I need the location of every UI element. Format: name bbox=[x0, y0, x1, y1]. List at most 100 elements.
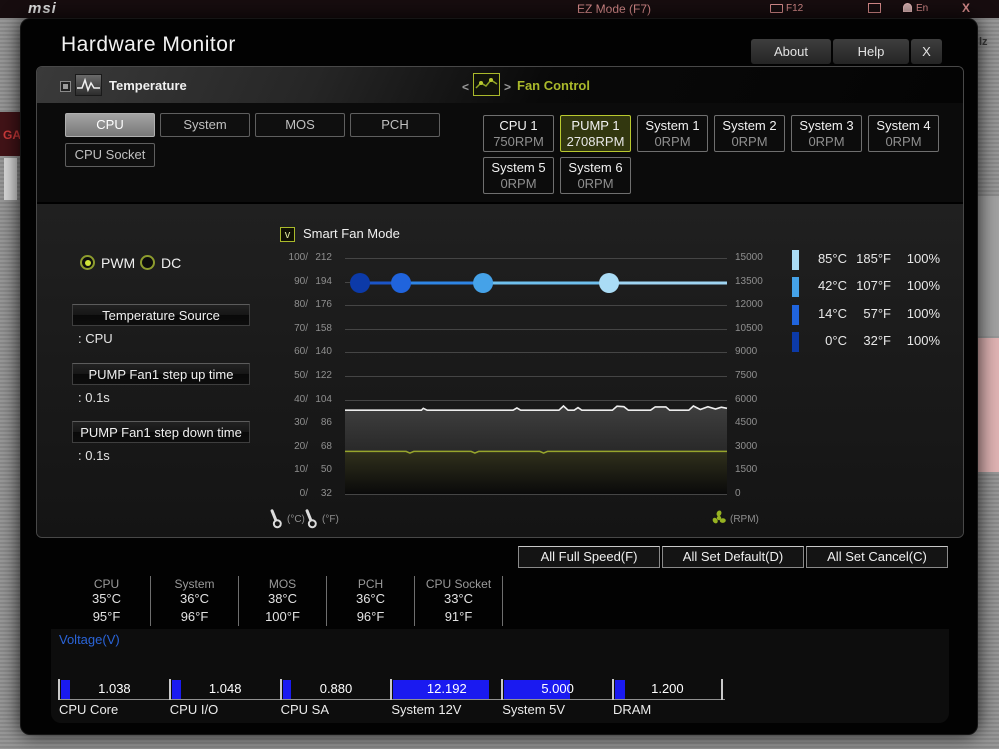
legend-temp-c: 14°C bbox=[817, 306, 847, 321]
msi-logo: msi bbox=[28, 0, 57, 17]
rpm-axis-tick: 13500 bbox=[735, 275, 763, 287]
gauge-system-5v: 5.000 bbox=[501, 679, 612, 700]
voltage-rail-labels: CPU Core CPU I/O CPU SA System 12V Syste… bbox=[59, 702, 652, 717]
all-full-speed-button[interactable]: All Full Speed(F) bbox=[518, 546, 660, 568]
panel-header: Temperature < > Fan Control bbox=[37, 67, 963, 103]
legend-temp-f: 57°F bbox=[863, 306, 891, 321]
screenshot-f12-label: F12 bbox=[770, 3, 803, 14]
sensor-cpu-socket: CPU Socket 33°C 91°F bbox=[415, 576, 503, 626]
fan-button-system1[interactable]: System 1 0RPM bbox=[637, 115, 708, 152]
temp-axis-tick: 20/68 bbox=[294, 440, 332, 452]
step-down-time-value: : 0.1s bbox=[78, 448, 110, 463]
rpm-axis-tick: 6000 bbox=[735, 393, 758, 405]
background-pink-block bbox=[978, 338, 999, 472]
tab-pch[interactable]: PCH bbox=[350, 113, 440, 137]
bios-screen: { "background": { "logo": "msi", "ez_mod… bbox=[0, 0, 999, 749]
smart-fan-mode-label: Smart Fan Mode bbox=[303, 226, 400, 241]
temp-history-line bbox=[345, 404, 728, 411]
legend-temp-c: 85°C bbox=[817, 251, 847, 266]
rpm-axis-tick: 7500 bbox=[735, 370, 758, 381]
step-down-time-button[interactable]: PUMP Fan1 step down time bbox=[72, 421, 250, 443]
bell-icon bbox=[903, 3, 912, 12]
legend-percent: 100% bbox=[906, 251, 940, 266]
fan-curve-point[interactable] bbox=[473, 273, 494, 293]
pwm-radio-label[interactable]: PWM bbox=[101, 255, 135, 271]
fan-rpm-icon bbox=[711, 510, 727, 531]
close-button[interactable]: X bbox=[911, 39, 942, 64]
all-set-cancel-button[interactable]: All Set Cancel(C) bbox=[806, 546, 948, 568]
temp-axis-tick: 30/86 bbox=[294, 417, 332, 429]
temp-axis-tick: 40/104 bbox=[294, 393, 332, 405]
tab-mos[interactable]: MOS bbox=[255, 113, 345, 137]
legend-percent: 100% bbox=[906, 306, 940, 321]
legend-percent: 100% bbox=[906, 278, 940, 293]
rpm-axis-tick: 15000 bbox=[735, 252, 763, 263]
gauge-cpu-core: 1.038 bbox=[58, 679, 169, 700]
sensor-system: System 36°C 96°F bbox=[151, 576, 239, 626]
step-up-time-button[interactable]: PUMP Fan1 step up time bbox=[72, 363, 250, 385]
tab-cpu-socket[interactable]: CPU Socket bbox=[65, 143, 155, 167]
legend-temp-f: 107°F bbox=[856, 278, 891, 293]
legend-temp-c: 42°C bbox=[817, 278, 847, 293]
voltage-title: Voltage(V) bbox=[59, 632, 120, 647]
sensor-mos: MOS 38°C 100°F bbox=[239, 576, 327, 626]
gauge-system-12v: 12.192 bbox=[390, 679, 501, 700]
temperature-checkbox-icon[interactable] bbox=[60, 81, 71, 92]
ez-mode-label: EZ Mode (F7) bbox=[577, 2, 652, 16]
about-button[interactable]: About bbox=[751, 39, 831, 64]
fan-button-system4[interactable]: System 4 0RPM bbox=[868, 115, 939, 152]
background-white-box bbox=[4, 158, 17, 200]
fan-button-pump1[interactable]: PUMP 1 2708RPM bbox=[560, 115, 631, 152]
hardware-monitor-window: Hardware Monitor About Help X Temperatur… bbox=[20, 18, 978, 735]
legend-temp-c: 0°C bbox=[825, 333, 847, 348]
fahrenheit-unit-label: (°F) bbox=[322, 514, 339, 525]
fan-button-cpu1[interactable]: CPU 1 750RPM bbox=[483, 115, 554, 152]
monitor-icon bbox=[868, 3, 881, 13]
fan-button-system3[interactable]: System 3 0RPM bbox=[791, 115, 862, 152]
fan-curve-point[interactable] bbox=[350, 273, 370, 293]
temperature-section-label: Temperature bbox=[109, 78, 187, 93]
all-set-default-button[interactable]: All Set Default(D) bbox=[662, 546, 804, 568]
gauge-cpu-io: 1.048 bbox=[168, 679, 280, 700]
temp-axis-tick: 90/194 bbox=[294, 275, 332, 287]
fan-next-arrow[interactable]: > bbox=[504, 80, 511, 94]
legend-temp-f: 185°F bbox=[856, 251, 891, 266]
sensor-readouts: CPU 35°C 95°F System 36°C 96°F MOS 38°C … bbox=[63, 576, 503, 626]
temp-axis-tick: 10/50 bbox=[294, 464, 332, 476]
gauge-dram: 1.200 bbox=[611, 679, 723, 700]
voltage-panel: Voltage(V) 1.038 1.048 0.880 12.192 5.00… bbox=[51, 629, 949, 723]
background-topbar: msi EZ Mode (F7) F12 En X bbox=[0, 0, 999, 18]
legend-percent: 100% bbox=[906, 333, 940, 348]
fan-curve-point[interactable] bbox=[391, 273, 412, 293]
pwm-radio[interactable] bbox=[80, 255, 95, 270]
smart-fan-mode-checkbox[interactable]: v bbox=[280, 227, 295, 242]
rpm-axis-tick: 0 bbox=[735, 488, 741, 499]
sensor-cpu: CPU 35°C 95°F bbox=[63, 576, 151, 626]
background-mhz-fragment: lz bbox=[979, 36, 988, 48]
tab-system[interactable]: System bbox=[160, 113, 250, 137]
tab-cpu[interactable]: CPU bbox=[65, 113, 155, 137]
rpm-axis-tick: 9000 bbox=[735, 346, 758, 358]
fan-prev-arrow[interactable]: < bbox=[462, 80, 469, 94]
monitor-panel: Temperature < > Fan Control CPU System M… bbox=[36, 66, 964, 538]
fan-button-system2[interactable]: System 2 0RPM bbox=[714, 115, 785, 152]
temp-axis-tick: 0/32 bbox=[299, 488, 332, 499]
rpm-axis-tick: 10500 bbox=[735, 322, 763, 334]
help-button[interactable]: Help bbox=[833, 39, 909, 64]
temp-axis-tick: 60/140 bbox=[294, 346, 332, 358]
background-gray-block bbox=[978, 196, 999, 336]
chart-gridline bbox=[345, 494, 727, 495]
temperature-source-button[interactable]: Temperature Source bbox=[72, 304, 250, 326]
dc-radio[interactable] bbox=[140, 255, 155, 270]
fan-button-system6[interactable]: System 6 0RPM bbox=[560, 157, 631, 194]
temp-axis-tick: 70/158 bbox=[294, 322, 332, 334]
window-title: Hardware Monitor bbox=[61, 33, 236, 56]
dc-radio-label[interactable]: DC bbox=[161, 255, 181, 271]
fan-curve-point[interactable] bbox=[599, 273, 620, 293]
rpm-axis-tick: 12000 bbox=[735, 299, 763, 311]
language-label: En bbox=[916, 3, 929, 14]
sensor-pch: PCH 36°C 96°F bbox=[327, 576, 415, 626]
fan-button-system5[interactable]: System 5 0RPM bbox=[483, 157, 554, 194]
temp-axis-tick: 80/176 bbox=[294, 299, 332, 311]
rpm-axis-tick: 4500 bbox=[735, 417, 758, 429]
